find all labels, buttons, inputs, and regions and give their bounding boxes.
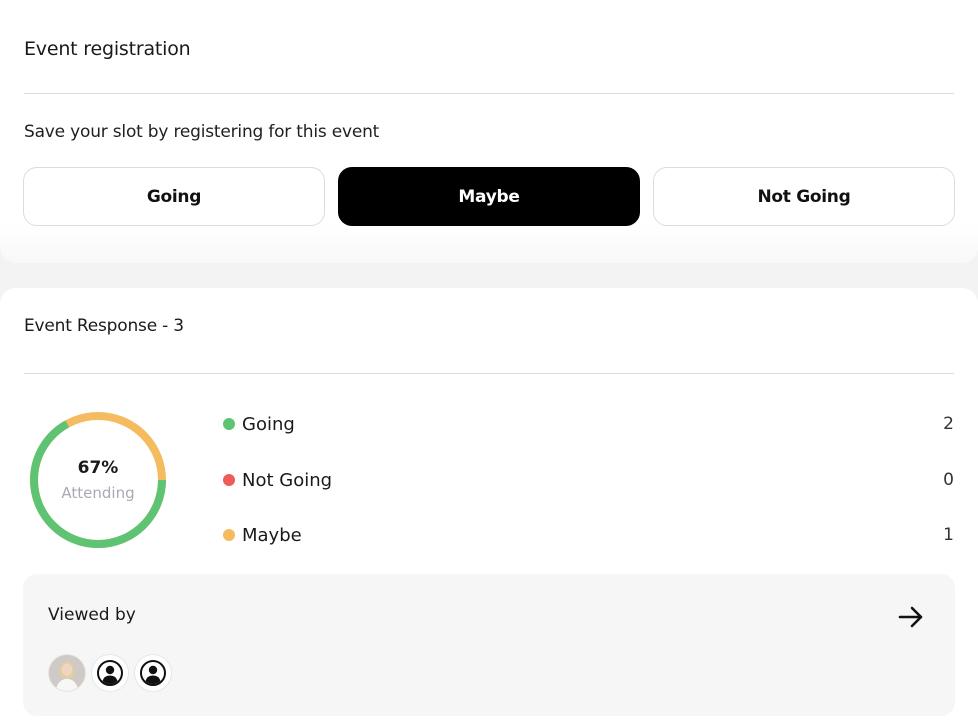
viewer-avatars xyxy=(48,654,177,692)
maybe-dot xyxy=(223,529,235,541)
legend-count: 0 xyxy=(943,470,954,490)
arrow-right-icon[interactable] xyxy=(897,603,925,631)
viewed-by-panel[interactable]: Viewed by xyxy=(23,574,955,716)
attending-percent: 67% xyxy=(77,458,119,478)
event-registration-card: Event registration Save your slot by reg… xyxy=(0,0,978,263)
event-response-card: Event Response - 3 67% Attending Going 2… xyxy=(0,288,978,728)
registration-subtitle: Save your slot by registering for this e… xyxy=(24,122,380,142)
legend-label: Going xyxy=(242,413,295,435)
legend-maybe: Maybe 1 xyxy=(223,523,954,547)
divider xyxy=(24,93,954,94)
response-title: Event Response - 3 xyxy=(24,316,184,336)
attending-label: Attending xyxy=(61,484,135,502)
not-going-button[interactable]: Not Going xyxy=(653,167,955,226)
default-user-icon[interactable] xyxy=(134,654,172,692)
viewed-by-title: Viewed by xyxy=(48,605,136,625)
going-dot xyxy=(223,418,235,430)
registration-title: Event registration xyxy=(24,38,191,60)
divider xyxy=(24,373,954,374)
legend-count: 1 xyxy=(943,525,954,545)
donut-center: 67% Attending xyxy=(27,409,169,551)
legend-label: Maybe xyxy=(242,524,302,546)
legend-label: Not Going xyxy=(242,469,333,491)
maybe-button[interactable]: Maybe xyxy=(338,167,640,226)
legend-count: 2 xyxy=(943,414,954,434)
default-user-icon[interactable] xyxy=(91,654,129,692)
legend-going: Going 2 xyxy=(223,412,954,436)
going-button[interactable]: Going xyxy=(23,167,325,226)
not-going-dot xyxy=(223,474,235,486)
user-photo-avatar[interactable] xyxy=(48,654,86,692)
legend-not-going: Not Going 0 xyxy=(223,468,954,492)
